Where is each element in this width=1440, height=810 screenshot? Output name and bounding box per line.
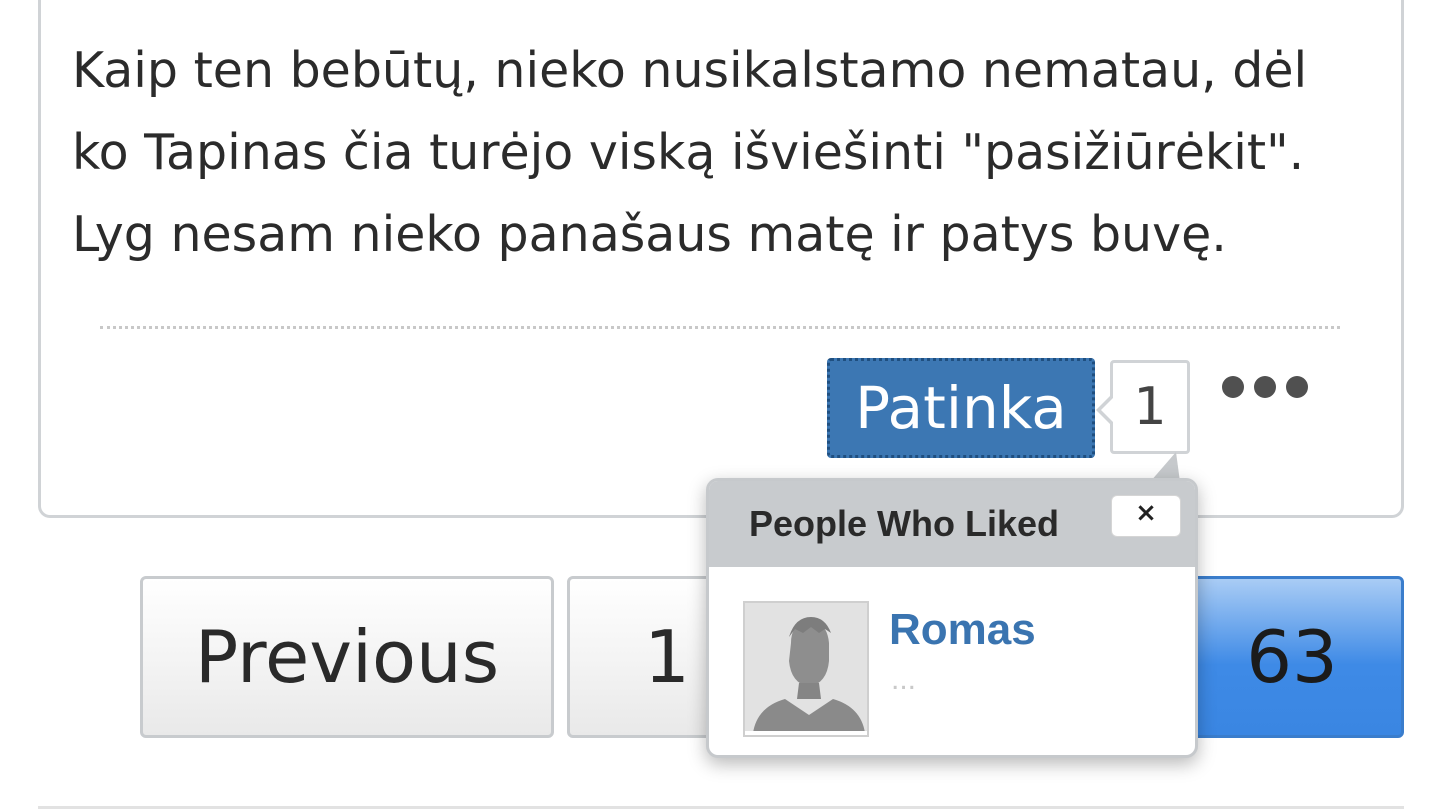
liked-user-meta: ... xyxy=(891,663,917,696)
post-line: Kaip ten bebūtų, nieko nusikalstamo nema… xyxy=(72,42,1308,99)
like-button[interactable]: Patinka xyxy=(827,358,1095,458)
previous-page-button[interactable]: Previous xyxy=(140,576,554,738)
post-body: Kaip ten bebūtų, nieko nusikalstamo nema… xyxy=(72,30,1352,276)
close-icon[interactable]: × xyxy=(1111,495,1181,537)
liked-user-item: Romas ... xyxy=(743,601,1173,741)
likes-popup: People Who Liked × Romas ... xyxy=(706,478,1198,758)
post-line: ko Tapinas čia turėjo viską išviešinti "… xyxy=(72,124,1305,181)
liked-user-name[interactable]: Romas xyxy=(889,605,1036,655)
post-line: Lyg nesam nieko panašaus matę ir patys b… xyxy=(72,206,1227,263)
current-page-button[interactable]: 63 xyxy=(1180,576,1404,738)
ellipsis-icon[interactable] xyxy=(1222,372,1308,402)
post-divider xyxy=(100,326,1340,329)
popup-title: People Who Liked xyxy=(749,503,1060,544)
like-count-badge[interactable]: 1 xyxy=(1096,360,1190,454)
section-divider xyxy=(38,806,1404,809)
default-avatar-icon[interactable] xyxy=(743,601,869,737)
